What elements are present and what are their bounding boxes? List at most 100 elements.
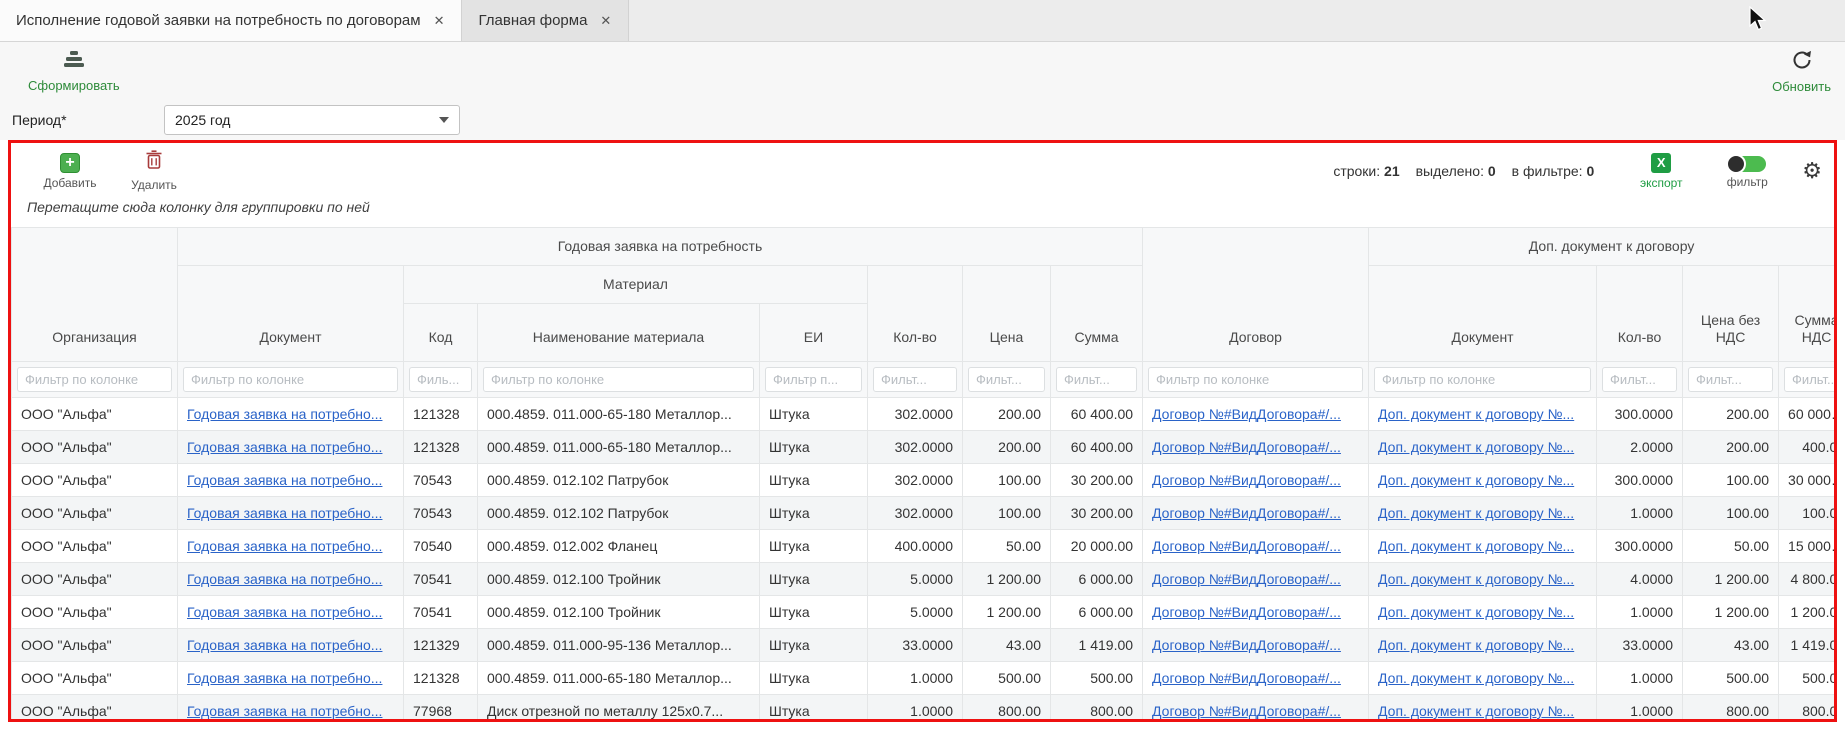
column-header-code[interactable]: Код bbox=[404, 304, 478, 362]
cell-code: 70540 bbox=[404, 530, 478, 563]
link-extra-document[interactable]: Доп. документ к договору №... bbox=[1378, 472, 1574, 488]
toggle-icon[interactable] bbox=[1728, 156, 1766, 172]
column-header-extra-document[interactable]: Документ bbox=[1369, 266, 1597, 362]
refresh-button[interactable]: Обновить bbox=[1772, 49, 1831, 94]
column-header-org[interactable]: Организация bbox=[12, 228, 178, 362]
cell-document: Годовая заявка на потребно... bbox=[178, 629, 404, 662]
link-document[interactable]: Годовая заявка на потребно... bbox=[187, 703, 382, 719]
table-row[interactable]: ООО "Альфа"Годовая заявка на потребно...… bbox=[12, 629, 1835, 662]
cell-price: 1 200.00 bbox=[963, 563, 1051, 596]
table-row[interactable]: ООО "Альфа"Годовая заявка на потребно...… bbox=[12, 662, 1835, 695]
cell-price: 200.00 bbox=[963, 431, 1051, 464]
chevron-down-icon bbox=[439, 117, 449, 123]
link-extra-document[interactable]: Доп. документ к договору №... bbox=[1378, 604, 1574, 620]
link-document[interactable]: Годовая заявка на потребно... bbox=[187, 505, 382, 521]
filter-input-contract[interactable] bbox=[1148, 367, 1363, 392]
table-row[interactable]: ООО "Альфа"Годовая заявка на потребно...… bbox=[12, 431, 1835, 464]
link-contract[interactable]: Договор №#ВидДоговора#/... bbox=[1152, 703, 1341, 719]
cell-material: 000.4859. 012.100 Тройник bbox=[478, 563, 760, 596]
cell-document: Годовая заявка на потребно... bbox=[178, 497, 404, 530]
tab-annual-request[interactable]: Исполнение годовой заявки на потребность… bbox=[0, 0, 462, 41]
link-document[interactable]: Годовая заявка на потребно... bbox=[187, 472, 382, 488]
link-document[interactable]: Годовая заявка на потребно... bbox=[187, 538, 382, 554]
refresh-label: Обновить bbox=[1772, 79, 1831, 94]
filter-input-org[interactable] bbox=[17, 367, 172, 392]
filter-input-price[interactable] bbox=[968, 367, 1045, 392]
filter-input-extra-price[interactable] bbox=[1688, 367, 1773, 392]
column-header-contract[interactable]: Договор bbox=[1143, 228, 1369, 362]
column-header-extra-qty[interactable]: Кол-во bbox=[1597, 266, 1683, 362]
link-contract[interactable]: Договор №#ВидДоговора#/... bbox=[1152, 505, 1341, 521]
table-row[interactable]: ООО "Альфа"Годовая заявка на потребно...… bbox=[12, 464, 1835, 497]
link-extra-document[interactable]: Доп. документ к договору №... bbox=[1378, 505, 1574, 521]
link-extra-document[interactable]: Доп. документ к договору №... bbox=[1378, 703, 1574, 719]
filter-input-qty[interactable] bbox=[873, 367, 957, 392]
link-document[interactable]: Годовая заявка на потребно... bbox=[187, 637, 382, 653]
link-contract[interactable]: Договор №#ВидДоговора#/... bbox=[1152, 538, 1341, 554]
link-document[interactable]: Годовая заявка на потребно... bbox=[187, 439, 382, 455]
link-document[interactable]: Годовая заявка на потребно... bbox=[187, 604, 382, 620]
column-header-unit[interactable]: ЕИ bbox=[760, 304, 868, 362]
link-extra-document[interactable]: Доп. документ к договору №... bbox=[1378, 406, 1574, 422]
filter-input-document[interactable] bbox=[183, 367, 398, 392]
group-header-extra-doc[interactable]: Доп. документ к договору bbox=[1369, 228, 1834, 266]
cell-extra-sum: 1 200.00 bbox=[1779, 596, 1834, 629]
table-row[interactable]: ООО "Альфа"Годовая заявка на потребно...… bbox=[12, 563, 1835, 596]
column-header-price[interactable]: Цена bbox=[963, 266, 1051, 362]
export-button[interactable]: X экспорт bbox=[1628, 153, 1694, 190]
column-header-material-name[interactable]: Наименование материала bbox=[478, 304, 760, 362]
link-document[interactable]: Годовая заявка на потребно... bbox=[187, 406, 382, 422]
link-extra-document[interactable]: Доп. документ к договору №... bbox=[1378, 637, 1574, 653]
link-extra-document[interactable]: Доп. документ к договору №... bbox=[1378, 538, 1574, 554]
gear-icon[interactable]: ⚙ bbox=[1802, 158, 1822, 184]
generate-button[interactable]: Сформировать bbox=[28, 50, 120, 93]
table-row[interactable]: ООО "Альфа"Годовая заявка на потребно...… bbox=[12, 398, 1835, 431]
group-header-material[interactable]: Материал bbox=[404, 266, 868, 304]
tab-label: Главная форма bbox=[478, 12, 587, 29]
column-header-extra-price[interactable]: Цена без НДС bbox=[1683, 266, 1779, 362]
link-document[interactable]: Годовая заявка на потребно... bbox=[187, 670, 382, 686]
cell-contract: Договор №#ВидДоговора#/... bbox=[1143, 497, 1369, 530]
filter-input-extra-sum[interactable] bbox=[1784, 367, 1834, 392]
filter-input-material-name[interactable] bbox=[483, 367, 754, 392]
link-document[interactable]: Годовая заявка на потребно... bbox=[187, 571, 382, 587]
link-contract[interactable]: Договор №#ВидДоговора#/... bbox=[1152, 472, 1341, 488]
cell-code: 70543 bbox=[404, 464, 478, 497]
column-header-qty[interactable]: Кол-во bbox=[868, 266, 963, 362]
link-contract[interactable]: Договор №#ВидДоговора#/... bbox=[1152, 571, 1341, 587]
group-header-annual-request[interactable]: Годовая заявка на потребность bbox=[178, 228, 1143, 266]
cell-org: ООО "Альфа" bbox=[12, 596, 178, 629]
filter-input-unit[interactable] bbox=[765, 367, 862, 392]
filter-input-sum[interactable] bbox=[1056, 367, 1137, 392]
cell-contract: Договор №#ВидДоговора#/... bbox=[1143, 431, 1369, 464]
cell-contract: Договор №#ВидДоговора#/... bbox=[1143, 629, 1369, 662]
add-button[interactable]: + Добавить bbox=[37, 153, 103, 190]
cell-extra-qty: 300.0000 bbox=[1597, 398, 1683, 431]
delete-button[interactable]: Удалить bbox=[121, 150, 187, 192]
link-extra-document[interactable]: Доп. документ к договору №... bbox=[1378, 571, 1574, 587]
filter-input-extra-document[interactable] bbox=[1374, 367, 1591, 392]
table-row[interactable]: ООО "Альфа"Годовая заявка на потребно...… bbox=[12, 695, 1835, 723]
filter-input-code[interactable] bbox=[409, 367, 472, 392]
filter-input-extra-qty[interactable] bbox=[1602, 367, 1677, 392]
link-extra-document[interactable]: Доп. документ к договору №... bbox=[1378, 670, 1574, 686]
table-row[interactable]: ООО "Альфа"Годовая заявка на потребно...… bbox=[12, 530, 1835, 563]
link-contract[interactable]: Договор №#ВидДоговора#/... bbox=[1152, 637, 1341, 653]
cell-extra-sum: 60 000.00 bbox=[1779, 398, 1834, 431]
link-contract[interactable]: Договор №#ВидДоговора#/... bbox=[1152, 670, 1341, 686]
cell-document: Годовая заявка на потребно... bbox=[178, 530, 404, 563]
close-icon[interactable]: ✕ bbox=[431, 12, 448, 29]
table-row[interactable]: ООО "Альфа" Годовая заявка на потребно...… bbox=[12, 596, 1835, 629]
close-icon[interactable]: ✕ bbox=[597, 12, 614, 29]
column-header-extra-sum[interactable]: Сумма НДС bbox=[1779, 266, 1834, 362]
table-row[interactable]: ООО "Альфа"Годовая заявка на потребно...… bbox=[12, 497, 1835, 530]
tab-main-form[interactable]: Главная форма ✕ bbox=[462, 0, 629, 41]
link-contract[interactable]: Договор №#ВидДоговора#/... bbox=[1152, 604, 1341, 620]
column-header-sum[interactable]: Сумма bbox=[1051, 266, 1143, 362]
link-contract[interactable]: Договор №#ВидДоговора#/... bbox=[1152, 406, 1341, 422]
column-header-document[interactable]: Документ bbox=[178, 266, 404, 362]
period-select[interactable]: 2025 год bbox=[164, 105, 460, 135]
filter-toggle[interactable]: фильтр bbox=[1714, 154, 1780, 189]
link-contract[interactable]: Договор №#ВидДоговора#/... bbox=[1152, 439, 1341, 455]
link-extra-document[interactable]: Доп. документ к договору №... bbox=[1378, 439, 1574, 455]
